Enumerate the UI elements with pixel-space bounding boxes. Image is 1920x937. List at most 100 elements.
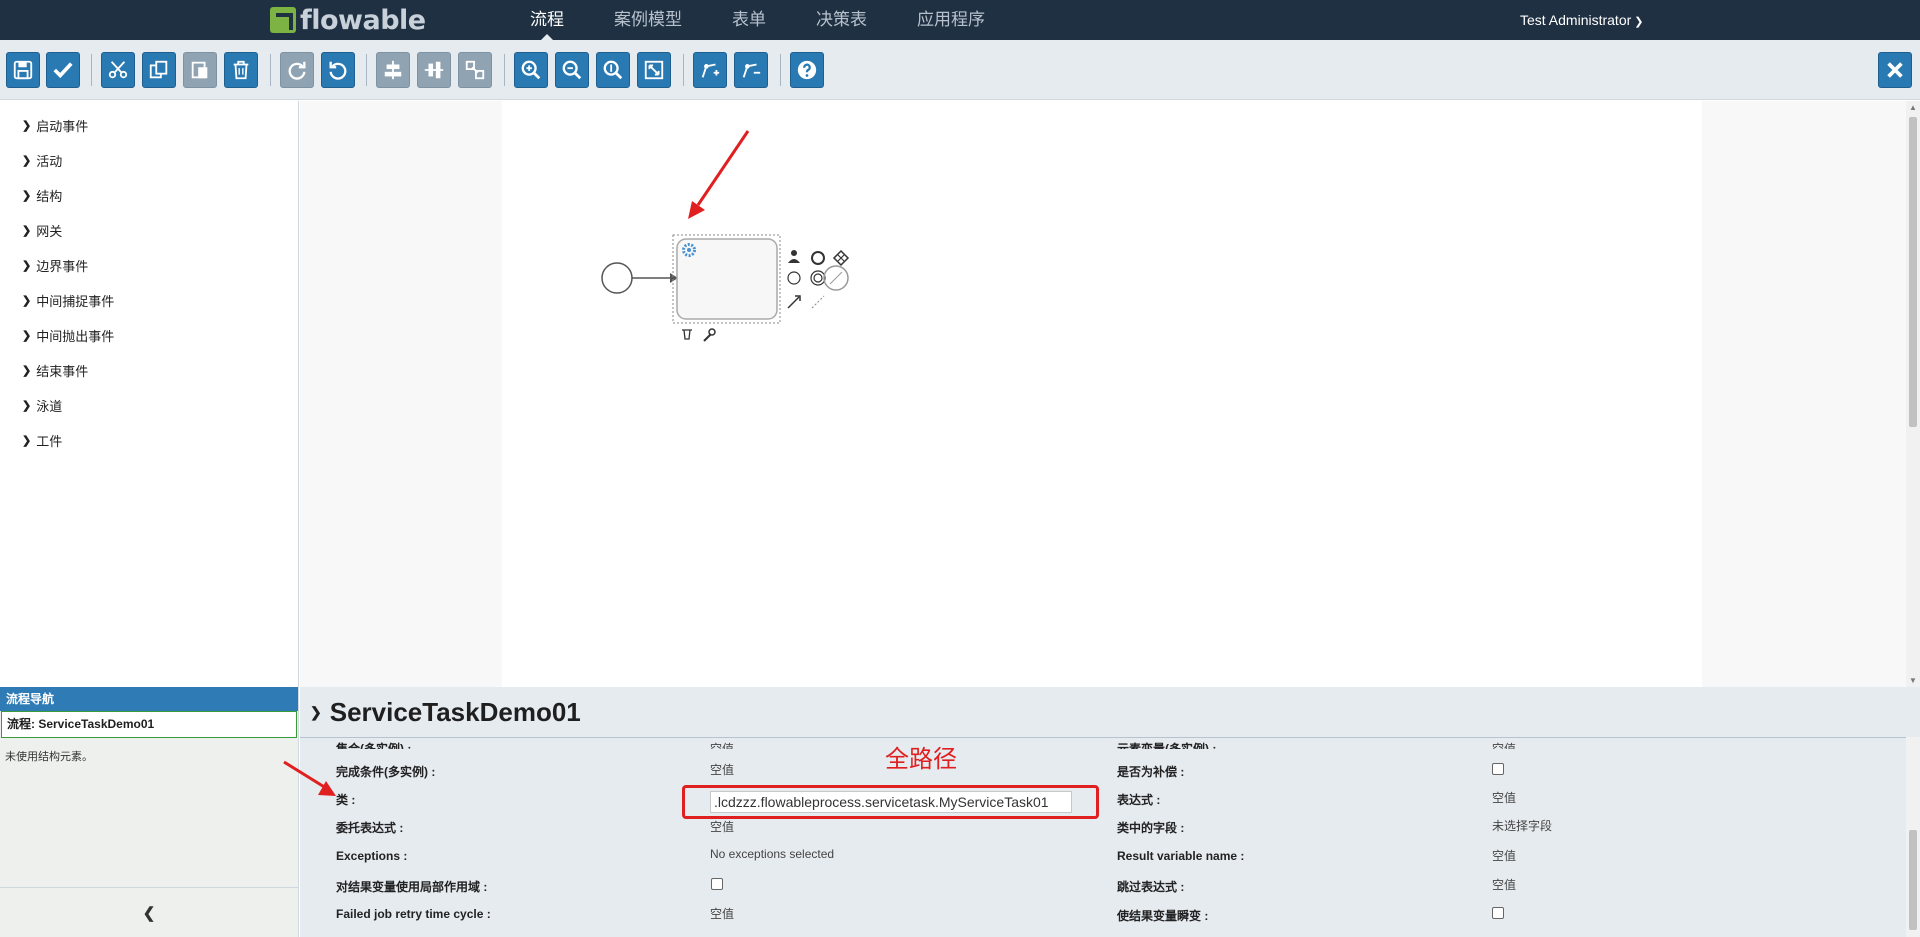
check-icon <box>53 62 73 79</box>
palette-group-gateways[interactable]: ❯ 网关 <box>22 221 62 240</box>
align-horizontal-icon <box>384 60 402 80</box>
scroll-down-icon[interactable]: ▼ <box>1909 676 1917 685</box>
prop-delegate-expression-label: 委托表达式 : <box>336 821 404 835</box>
collapse-navigator-button[interactable]: ❮ <box>0 887 298 937</box>
editor-toolbar <box>0 40 1920 100</box>
toolbar-divider <box>270 54 271 86</box>
prop-compensation-checkbox[interactable] <box>1492 763 1504 775</box>
properties-panel: ❯ ServiceTaskDemo01 集合(多实例) : 空值 完成条件(多实… <box>300 687 1920 937</box>
close-icon <box>1887 62 1903 78</box>
prop-transient-label: 使结果变量瞬变 : <box>1117 909 1209 923</box>
palette-group-label: 网关 <box>36 224 63 239</box>
toolbar-divider <box>366 54 367 86</box>
palette-group-label: 结构 <box>36 189 63 204</box>
paste-button[interactable] <box>183 52 217 88</box>
tab-decision-tables[interactable]: 决策表 <box>791 0 892 40</box>
palette-group-end-events[interactable]: ❯ 结束事件 <box>22 361 88 380</box>
chevron-right-icon: ❯ <box>22 295 32 307</box>
redo-button[interactable] <box>280 52 314 88</box>
prop-result-variable-value[interactable]: 空值 <box>1492 847 1516 864</box>
tab-forms[interactable]: 表单 <box>707 0 791 40</box>
scroll-up-icon[interactable]: ▲ <box>1909 103 1917 112</box>
palette-group-throw-events[interactable]: ❯ 中间抛出事件 <box>22 326 114 345</box>
remove-bend-point-button[interactable] <box>734 52 768 88</box>
same-size-button[interactable] <box>458 52 492 88</box>
copy-button[interactable] <box>142 52 176 88</box>
chevron-right-icon: ❯ <box>22 120 32 132</box>
help-button[interactable] <box>790 52 824 88</box>
zoom-fit-icon <box>644 60 664 80</box>
zoom-actual-button[interactable] <box>596 52 630 88</box>
flowable-logo-icon <box>270 7 296 33</box>
prop-class-fields-value[interactable]: 未选择字段 <box>1492 817 1552 834</box>
scrollbar-thumb[interactable] <box>1909 117 1917 427</box>
add-bend-point-button[interactable] <box>693 52 727 88</box>
navigator-title: 流程导航 <box>0 687 298 711</box>
palette-group-boundary-events[interactable]: ❯ 边界事件 <box>22 256 88 275</box>
navigator-process-item[interactable]: 流程: ServiceTaskDemo01 <box>1 711 297 738</box>
palette-group-artifacts[interactable]: ❯ 工件 <box>22 431 62 450</box>
properties-header[interactable]: ❯ ServiceTaskDemo01 <box>310 687 581 737</box>
palette-group-swimlanes[interactable]: ❯ 泳道 <box>22 396 62 415</box>
prop-collection-value[interactable]: 空值 <box>710 740 734 749</box>
chevron-right-icon: ❯ <box>22 365 32 377</box>
toolbar-divider <box>504 54 505 86</box>
palette-group-label: 泳道 <box>36 399 63 414</box>
prop-element-variable-label: 元素变量(多实例) : <box>1117 742 1217 749</box>
prop-completion-value[interactable]: 空值 <box>710 761 734 778</box>
chevron-right-icon: ❯ <box>22 190 32 202</box>
chevron-right-icon: ❯ <box>22 225 32 237</box>
delete-button[interactable] <box>224 52 258 88</box>
validate-button[interactable] <box>46 52 80 88</box>
zoom-in-icon <box>521 60 541 80</box>
main-nav-tabs: 流程 案例模型 表单 决策表 应用程序 <box>505 0 1010 40</box>
save-button[interactable] <box>6 52 40 88</box>
prop-delegate-expression-value[interactable]: 空值 <box>710 818 734 835</box>
tab-apps[interactable]: 应用程序 <box>892 0 1010 40</box>
prop-result-variable-label: Result variable name : <box>1117 849 1245 863</box>
palette-group-structural[interactable]: ❯ 结构 <box>22 186 62 205</box>
navigator-empty-text: 未使用结构元素。 <box>5 751 93 763</box>
align-horizontal-button[interactable] <box>376 52 410 88</box>
undo-button[interactable] <box>321 52 355 88</box>
element-title: ServiceTaskDemo01 <box>329 696 581 727</box>
chevron-down-icon: ❯ <box>1634 16 1644 28</box>
prop-element-variable-value[interactable]: 空值 <box>1492 740 1516 749</box>
flowable-logo[interactable]: flowable <box>270 5 426 36</box>
shape-palette: ❯ 启动事件 ❯ 活动 ❯ 结构 ❯ 网关 ❯ 边界事件 ❯ 中间捕捉事件 ❯ 中间抛出事件 … <box>0 101 299 687</box>
prop-retry-cycle-value[interactable]: 空值 <box>710 905 734 922</box>
prop-retry-cycle-label: Failed job retry time cycle : <box>336 907 491 921</box>
cut-icon <box>108 61 128 79</box>
paste-icon <box>191 61 208 79</box>
align-vertical-button[interactable] <box>417 52 451 88</box>
close-editor-button[interactable] <box>1878 52 1912 88</box>
prop-compensation-label: 是否为补偿 : <box>1117 765 1185 779</box>
tab-process[interactable]: 流程 <box>505 0 589 40</box>
zoom-in-button[interactable] <box>514 52 548 88</box>
zoom-fit-button[interactable] <box>637 52 671 88</box>
process-navigator: 流程导航 流程: ServiceTaskDemo01 未使用结构元素。 ❮ <box>0 687 299 937</box>
toolbar-divider <box>780 54 781 86</box>
prop-exceptions-value[interactable]: No exceptions selected <box>710 847 834 861</box>
prop-expression-value[interactable]: 空值 <box>1492 789 1516 806</box>
prop-expression-label: 表达式 : <box>1117 793 1161 807</box>
tab-case-models[interactable]: 案例模型 <box>589 0 707 40</box>
palette-group-catch-events[interactable]: ❯ 中间捕捉事件 <box>22 291 114 310</box>
palette-group-label: 工件 <box>36 434 63 449</box>
zoom-out-button[interactable] <box>555 52 589 88</box>
palette-group-activities[interactable]: ❯ 活动 <box>22 151 62 170</box>
palette-group-start-events[interactable]: ❯ 启动事件 <box>22 116 88 135</box>
diagram-canvas[interactable]: ▲ ▼ <box>300 101 1920 687</box>
prop-local-scope-checkbox[interactable] <box>711 878 723 890</box>
cut-button[interactable] <box>101 52 135 88</box>
palette-group-label: 启动事件 <box>36 119 89 134</box>
copy-icon <box>149 60 168 79</box>
properties-scrollbar[interactable] <box>1906 737 1920 937</box>
scrollbar-thumb[interactable] <box>1909 830 1917 930</box>
canvas-scrollbar[interactable]: ▲ ▼ <box>1906 101 1920 687</box>
annotation-label: 全路径 <box>885 745 957 773</box>
prop-exceptions-label: Exceptions : <box>336 849 408 863</box>
user-menu[interactable]: Test Administrator ❯ <box>1520 0 1643 42</box>
prop-skip-expression-value[interactable]: 空值 <box>1492 876 1516 893</box>
prop-transient-checkbox[interactable] <box>1492 907 1504 919</box>
